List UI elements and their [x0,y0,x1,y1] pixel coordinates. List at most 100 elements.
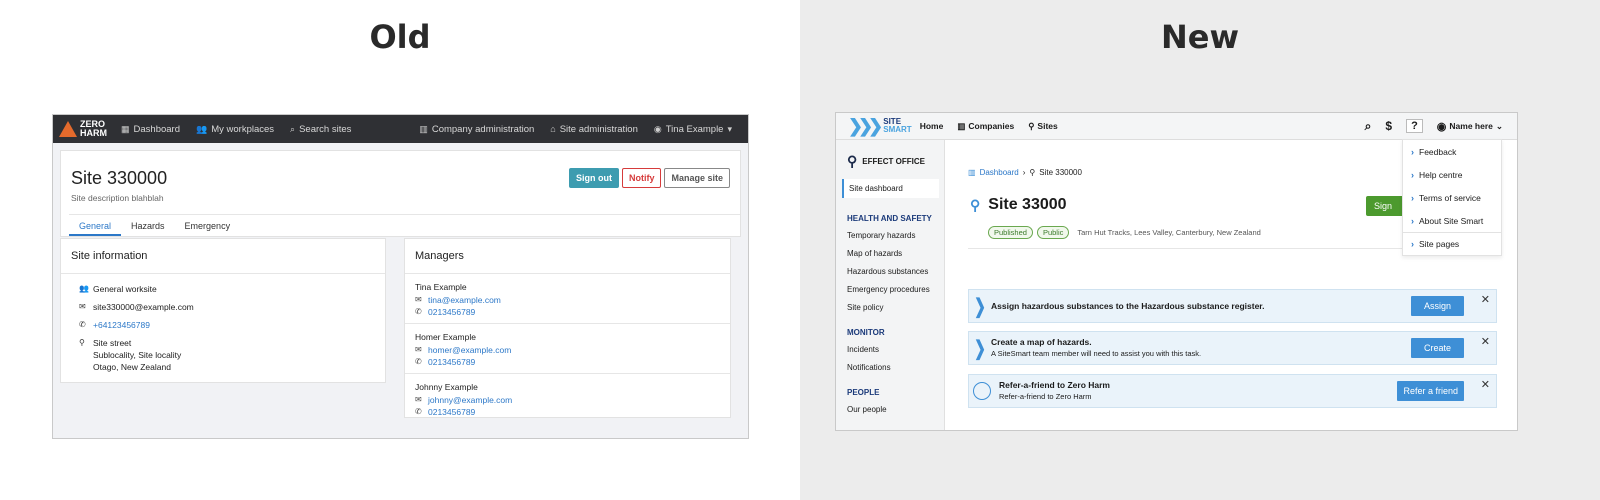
manager-name: Tina Example [415,282,467,292]
sidebar-item-map-of-hazards[interactable]: Map of hazards [847,249,944,258]
nav-dashboard[interactable]: ▦ Dashboard [121,124,180,135]
map-pin-icon: ⚲ [1028,120,1035,131]
envelope-icon: ✉ [79,302,86,311]
sidebar: ⚲ EFFECT OFFICE Site dashboard HEALTH AND… [836,140,945,430]
menu-item-help-centre[interactable]: › Help centre [1403,163,1501,186]
users-icon: 👥 [196,123,208,134]
sidebar-section-health: HEALTH AND SAFETY [847,214,932,223]
home-icon: ⌂ [550,124,556,134]
managers-title: Managers [405,239,730,274]
menu-item-label: Feedback [1419,146,1457,157]
phone-icon: ✆ [415,307,422,316]
nav-search[interactable]: ⌕ Search sites [290,124,351,135]
sidebar-item-site-policy[interactable]: Site policy [847,303,944,312]
page-title-label: Site 33000 [988,196,1067,213]
sidebar-item-incidents[interactable]: Incidents [847,345,944,354]
map-pin-icon: ⚲ [847,153,858,169]
menu-item-label: Help centre [1419,169,1463,180]
sidebar-item-temporary-hazards[interactable]: Temporary hazards [847,231,944,240]
menu-item-about[interactable]: › About Site Smart [1403,209,1501,232]
old-site-header: Site 330000 Site description blahblah Si… [60,150,741,237]
tab-emergency[interactable]: Emergency [175,215,241,236]
help-icon[interactable]: ? [1406,119,1423,133]
assign-button[interactable]: Assign [1410,296,1464,316]
old-heading: Old [369,18,431,56]
status-badge-public: Public [1036,226,1070,239]
user-menu-label: Name here [1449,121,1493,131]
building-icon: ▥ [968,168,976,177]
manager-email-link[interactable]: homer@example.com [428,344,511,356]
address-line-1: Site street [93,338,132,348]
sidebar-section-people: PEOPLE [847,388,880,397]
site-smart-logo[interactable]: ❯❯❯ SITE SMART [848,116,912,137]
zero-harm-logo[interactable]: ZERO HARM [59,120,107,138]
menu-item-label: About Site Smart [1419,215,1484,226]
site-phone-link[interactable]: +64123456789 [93,319,150,331]
user-avatar-icon [973,382,991,400]
logo-line-2: SMART [883,125,912,134]
task-title: Assign hazardous substances to the Hazar… [991,301,1265,311]
map-pin-icon: ⚲ [970,196,981,213]
task-assign-substances: ❯ Assign hazardous substances to the Haz… [968,289,1497,323]
task-title: Refer-a-friend to Zero Harm [999,380,1110,390]
building-icon: ▥ [957,120,966,131]
refer-friend-button[interactable]: Refer a friend [1397,381,1464,401]
close-icon[interactable]: ✕ [1481,293,1490,306]
breadcrumb: ▥ Dashboard › ⚲ Site 330000 [968,168,1082,177]
sidebar-item-notifications[interactable]: Notifications [847,363,944,372]
search-icon[interactable]: ⌕ [1365,119,1372,134]
task-subtitle: Refer-a-friend to Zero Harm [999,392,1092,401]
manager-name: Johnny Example [415,382,478,392]
chevrons-logo-icon: ❯❯❯ [848,115,883,136]
sign-out-button[interactable]: Sign out [568,168,619,188]
manager-name: Homer Example [415,332,476,342]
menu-item-site-pages[interactable]: › Site pages [1403,232,1501,255]
address-line-2: Sublocality, Site locality [93,350,182,360]
manager-phone-link[interactable]: 0213456789 [428,306,475,318]
nav-sites[interactable]: ⚲ Sites [1028,121,1058,132]
nav-site-admin[interactable]: ⌂ Site administration [550,124,638,135]
create-button[interactable]: Create [1410,338,1464,358]
nav-workplaces[interactable]: 👥 My workplaces [196,124,274,135]
menu-item-feedback[interactable]: › Feedback [1403,140,1501,163]
sidebar-section-monitor: MONITOR [847,328,885,337]
breadcrumb-current: Site 330000 [1039,168,1082,177]
dollar-icon[interactable]: $ [1385,119,1392,133]
users-icon: 👥 [79,284,89,293]
envelope-icon: ✉ [415,345,422,354]
sidebar-item-our-people[interactable]: Our people [847,405,944,414]
nav-home[interactable]: Home [920,121,944,131]
sidebar-item-site-dashboard[interactable]: Site dashboard [842,179,939,198]
tab-hazards[interactable]: Hazards [121,215,175,236]
grid-icon: ▦ [121,123,130,134]
menu-item-label: Site pages [1419,239,1460,249]
map-pin-icon: ⚲ [1029,168,1036,177]
close-icon[interactable]: ✕ [1481,378,1490,391]
menu-item-terms[interactable]: › Terms of service [1403,186,1501,209]
nav-sites-label: Sites [1037,121,1058,131]
new-navbar: ❯❯❯ SITE SMART Home ▥ Companies ⚲ Sites ⌕ $… [836,113,1517,140]
chevron-right-icon: › [1411,192,1414,203]
office-title: ⚲ EFFECT OFFICE [836,140,944,170]
notify-button[interactable]: Notify [621,168,662,188]
user-menu[interactable]: ◉ Name here ⌄ [1437,120,1503,133]
manager-phone-link[interactable]: 0213456789 [428,406,475,418]
breadcrumb-dashboard-link[interactable]: Dashboard [980,168,1019,177]
task-title: Create a map of hazards. [991,337,1092,347]
sidebar-item-emergency-procedures[interactable]: Emergency procedures [847,285,944,294]
manager-email-link[interactable]: johnny@example.com [428,394,512,406]
close-icon[interactable]: ✕ [1481,335,1490,348]
nav-companies[interactable]: ▥ Companies [957,121,1014,132]
old-tabs: General Hazards Emergency [69,214,740,236]
nav-company-admin[interactable]: ▥ Company administration [419,124,534,135]
manage-site-button[interactable]: Manage site [664,168,730,188]
manager-phone-link[interactable]: 0213456789 [428,356,475,368]
tab-general[interactable]: General [69,215,122,236]
page-title: ⚲ Site 33000 [970,196,1067,214]
phone-icon: ✆ [79,320,86,329]
sidebar-item-hazardous-substances[interactable]: Hazardous substances [847,267,944,276]
address-line-3: Otago, New Zealand [93,362,171,372]
manager-email-link[interactable]: tina@example.com [428,294,501,306]
manager-item: Tina Example ✉ tina@example.com ✆ 02134567… [405,274,730,324]
nav-user-menu[interactable]: ◉ Tina Example ▾ [654,124,732,135]
